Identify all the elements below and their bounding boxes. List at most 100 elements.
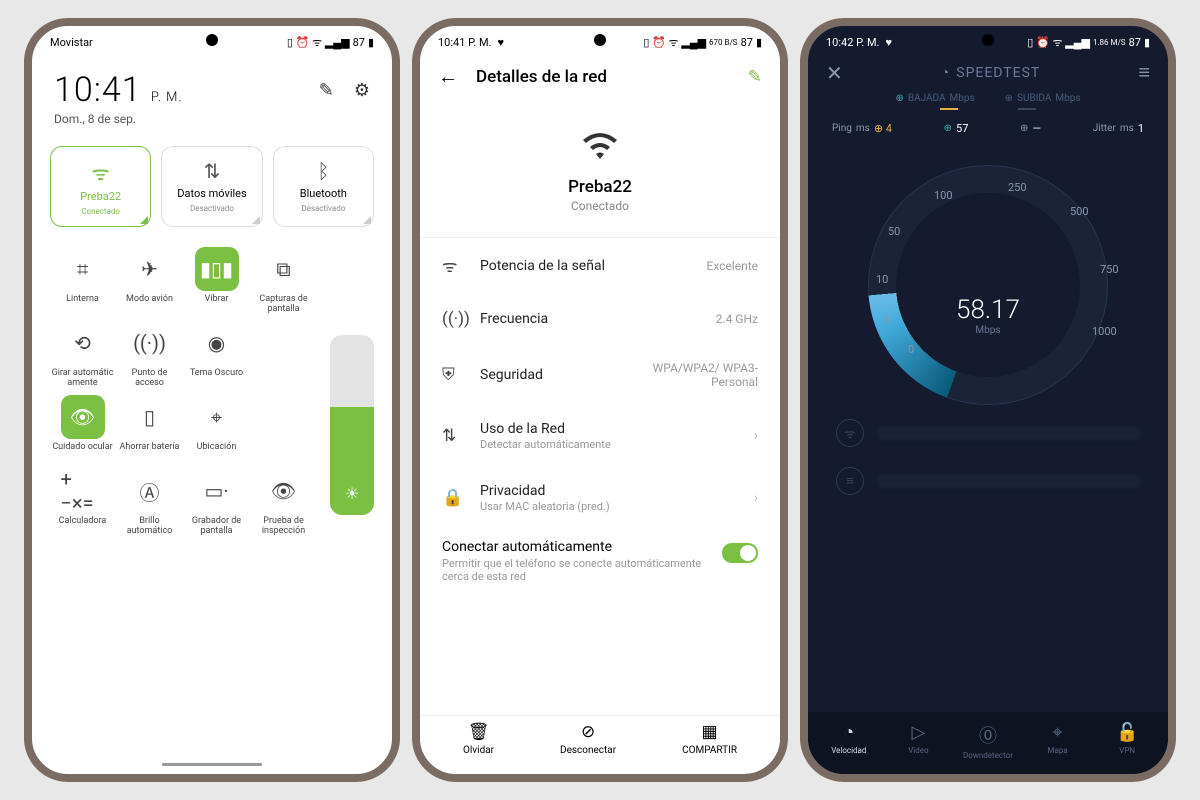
brightness-slider[interactable]: ☀ — [330, 335, 374, 515]
action-label: Olvidar — [463, 745, 494, 756]
nav-item[interactable]: ⌖Mapa — [1023, 722, 1093, 760]
ping-stat: Ping ms ⊕ 4 — [832, 122, 892, 135]
action-icon: ▦ — [702, 722, 718, 742]
nav-label: Video — [908, 746, 928, 755]
toggle-icon: ⟲ — [61, 321, 105, 365]
row-value: WPA/WPA2/ WPA3-Personal — [648, 361, 758, 389]
toggle-14[interactable]: ▭·Grabador de pantalla — [184, 469, 249, 537]
nav-item[interactable]: ▷Video — [884, 722, 954, 760]
metric-headers: ⊕ BAJADA Mbps ⊕ SUBIDA Mbps — [808, 89, 1168, 106]
connection-wifi-row[interactable]: ᯤ — [832, 409, 1144, 457]
toggle-1[interactable]: ✈Modo avión — [117, 247, 182, 315]
bluetooth-tile[interactable]: ᛒ Bluetooth Desactivado — [273, 146, 374, 227]
nav-item[interactable]: 🔓VPN — [1092, 722, 1162, 760]
settings-icon[interactable]: ⚙ — [354, 80, 370, 101]
wifi-icon: ᯤ — [836, 419, 864, 447]
jitter-stat: Jitter ms 1 — [1093, 122, 1144, 135]
toggle-icon: ✈ — [128, 247, 172, 291]
toggle-13[interactable]: ⒶBrillo automático — [117, 469, 182, 537]
wifi-large-icon — [576, 127, 624, 163]
toggle-9[interactable]: ▯Ahorrar batería — [117, 395, 182, 463]
mobile-data-tile[interactable]: ⇅ Datos móviles Desactivado — [161, 146, 262, 227]
phone-speedtest: 10:42 P. M. ♥ ▯ ⏰ ᯤ ▂▄▆ 1.86 M/S 87▮ ✕ ◔… — [800, 18, 1176, 782]
toggle-8[interactable]: 👁Cuidado ocular — [50, 395, 115, 463]
download-icon: ⊕ — [895, 93, 903, 104]
menu-icon[interactable]: ≡ — [1138, 60, 1150, 85]
bottom-action[interactable]: ⊘Desconectar — [560, 722, 616, 756]
down-stat: ⊕ 57 — [944, 122, 969, 135]
toggle-5[interactable]: ((·))Punto de acceso — [117, 321, 182, 389]
upload-metric: ⊕ SUBIDA Mbps — [1005, 93, 1081, 104]
bottom-action[interactable]: ▦ COMPARTIR — [682, 722, 737, 756]
gauge-tick: 750 — [1100, 263, 1119, 276]
wifi-tile[interactable]: ᯤ Preba22 Conectado — [50, 146, 151, 227]
toggle-10[interactable]: ⌖Ubicación — [184, 395, 249, 463]
toggle-label: Brillo automático — [117, 517, 182, 537]
toggle-2[interactable]: ▮▯▮Vibrar — [184, 247, 249, 315]
toggle-label: Linterna — [66, 295, 99, 315]
close-icon[interactable]: ✕ — [826, 61, 843, 85]
row-icon: ⛨ — [442, 365, 464, 385]
back-arrow-icon[interactable]: ← — [438, 64, 458, 89]
clock-date: Dom., 8 de sep. — [54, 112, 182, 126]
detail-row: ((·))Frecuencia2.4 GHz — [420, 293, 780, 345]
nav-icon: ◔ — [843, 722, 854, 743]
auto-connect-switch[interactable] — [722, 543, 758, 563]
gauge-tick: 5 — [884, 313, 890, 326]
row-label: Frecuencia — [480, 311, 700, 327]
nav-label: Downdetector — [963, 751, 1013, 760]
toggle-icon: 👁 — [61, 395, 105, 439]
toggle-icon: ▭· — [195, 469, 239, 513]
toggle-label: Girar automátic amente — [50, 369, 115, 389]
ping-stats: Ping ms ⊕ 4 ⊕ 57 ⊕ — Jitter ms 1 — [808, 114, 1168, 153]
ssid-label: Preba22 — [568, 177, 632, 197]
status-icons: ▯ ⏰ ᯤ ▂▄▆ 87▮ — [287, 35, 374, 50]
nav-item[interactable]: ⓪Downdetector — [953, 722, 1023, 760]
row-label: Potencia de la señal — [480, 258, 691, 274]
up-stat: ⊕ — — [1020, 122, 1041, 135]
detail-row[interactable]: ⇅Uso de la RedDetectar automáticamente› — [420, 405, 780, 467]
data-arrows-icon: ⇅ — [204, 159, 221, 183]
connection-state: Conectado — [571, 199, 629, 213]
toggle-grid: ⌗Linterna✈Modo avión▮▯▮Vibrar ⧉ Capturas d… — [50, 247, 316, 537]
chevron-right-icon: › — [754, 428, 758, 444]
bluetooth-icon: ᛒ — [317, 159, 329, 183]
page-header: ← Detalles de la red ✎ — [420, 54, 780, 99]
action-icon: 🗑 — [468, 722, 490, 742]
nav-item[interactable]: ◔Velocidad — [814, 722, 884, 760]
toggle-12[interactable]: +−×=Calculadora — [50, 469, 115, 537]
toggle-icon: ⧉ — [262, 247, 306, 291]
status-icons: ▯ ⏰ ᯤ ▂▄▆ 1.86 M/S 87▮ — [1027, 35, 1150, 50]
home-indicator[interactable] — [162, 763, 262, 766]
connection-list: ᯤ ≡ — [832, 409, 1144, 505]
toggle-label: Capturas de pantalla — [251, 295, 316, 315]
toggle-3[interactable]: ⧉ Capturas de pantalla — [251, 247, 316, 315]
toggle-icon: ◉ — [195, 321, 239, 365]
toggle-label: Prueba de inspección — [251, 517, 316, 537]
action-label: COMPARTIR — [682, 745, 737, 756]
toggle-icon: ▯ — [128, 395, 172, 439]
row-icon: 🔒 — [442, 488, 464, 508]
wifi-icon: ᯤ — [92, 159, 110, 186]
detail-row[interactable]: 🔒PrivacidadUsar MAC aleatoria (pred.)› — [420, 467, 780, 529]
row-label: Privacidad — [480, 483, 738, 499]
gauge-arc — [868, 165, 1108, 405]
toggle-0[interactable]: ⌗Linterna — [50, 247, 115, 315]
gauge-tick: 50 — [888, 225, 900, 238]
phone-network-details: 10:41 P. M. ♥ ▯ ⏰ ᯤ ▂▄▆ 670 B/S 87▮ ← De… — [412, 18, 788, 782]
connection-server-row[interactable]: ≡ — [832, 457, 1144, 505]
upload-icon: ⊕ — [1005, 93, 1013, 104]
nav-label: VPN — [1119, 746, 1135, 755]
edit-icon[interactable]: ✎ — [319, 80, 334, 101]
toggle-label: Ubicación — [197, 443, 237, 463]
edit-network-icon[interactable]: ✎ — [748, 67, 762, 87]
auto-connect-row[interactable]: Conectar automáticamente Permitir que el… — [420, 529, 780, 589]
bottom-action[interactable]: 🗑 Olvidar — [463, 722, 494, 756]
bottom-actions: 🗑 Olvidar ⊘Desconectar ▦ COMPARTIR — [420, 715, 780, 762]
camera-notch — [206, 34, 218, 46]
toggle-6[interactable]: ◉ Tema Oscuro — [184, 321, 249, 389]
toggle-label: Tema Oscuro — [190, 369, 243, 389]
toggle-15[interactable]: 👁Prueba de inspección — [251, 469, 316, 537]
toggle-4[interactable]: ⟲ Girar automátic amente — [50, 321, 115, 389]
action-label: Desconectar — [560, 745, 616, 756]
